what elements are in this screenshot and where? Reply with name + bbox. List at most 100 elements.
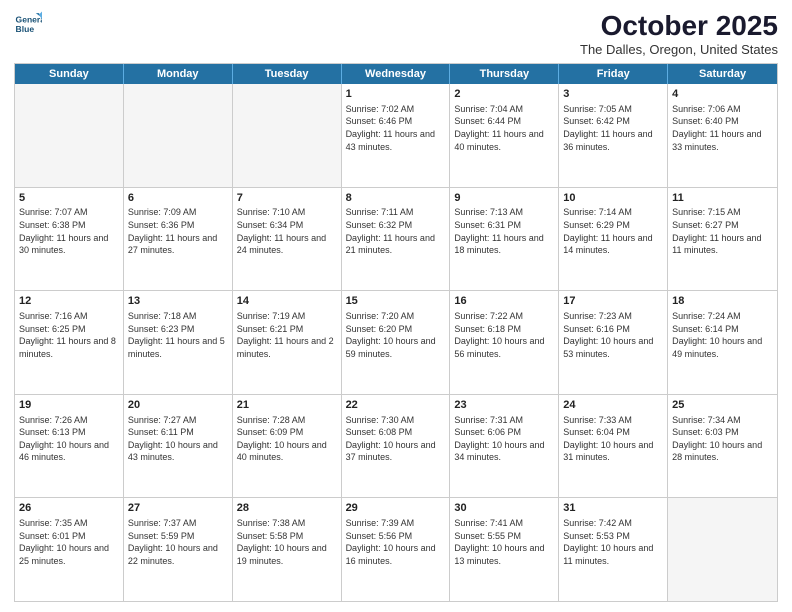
day-info: Sunrise: 7:28 AM Sunset: 6:09 PM Dayligh…	[237, 414, 337, 464]
day-number: 9	[454, 191, 554, 206]
day-info: Sunrise: 7:41 AM Sunset: 5:55 PM Dayligh…	[454, 517, 554, 567]
day-number: 25	[672, 398, 773, 413]
cal-day-30: 30Sunrise: 7:41 AM Sunset: 5:55 PM Dayli…	[450, 498, 559, 601]
cal-day-21: 21Sunrise: 7:28 AM Sunset: 6:09 PM Dayli…	[233, 395, 342, 498]
day-number: 19	[19, 398, 119, 413]
cal-day-5: 5Sunrise: 7:07 AM Sunset: 6:38 PM Daylig…	[15, 188, 124, 291]
cal-day-15: 15Sunrise: 7:20 AM Sunset: 6:20 PM Dayli…	[342, 291, 451, 394]
day-number: 5	[19, 191, 119, 206]
day-number: 13	[128, 294, 228, 309]
cal-day-23: 23Sunrise: 7:31 AM Sunset: 6:06 PM Dayli…	[450, 395, 559, 498]
cal-day-26: 26Sunrise: 7:35 AM Sunset: 6:01 PM Dayli…	[15, 498, 124, 601]
day-info: Sunrise: 7:14 AM Sunset: 6:29 PM Dayligh…	[563, 206, 663, 256]
day-number: 8	[346, 191, 446, 206]
day-info: Sunrise: 7:27 AM Sunset: 6:11 PM Dayligh…	[128, 414, 228, 464]
day-number: 15	[346, 294, 446, 309]
header-day-wednesday: Wednesday	[342, 64, 451, 84]
day-number: 21	[237, 398, 337, 413]
day-number: 28	[237, 501, 337, 516]
day-number: 2	[454, 87, 554, 102]
cal-day-2: 2Sunrise: 7:04 AM Sunset: 6:44 PM Daylig…	[450, 84, 559, 187]
cal-day-10: 10Sunrise: 7:14 AM Sunset: 6:29 PM Dayli…	[559, 188, 668, 291]
cal-day-3: 3Sunrise: 7:05 AM Sunset: 6:42 PM Daylig…	[559, 84, 668, 187]
day-info: Sunrise: 7:05 AM Sunset: 6:42 PM Dayligh…	[563, 103, 663, 153]
day-info: Sunrise: 7:23 AM Sunset: 6:16 PM Dayligh…	[563, 310, 663, 360]
main-title: October 2025	[580, 10, 778, 42]
day-number: 10	[563, 191, 663, 206]
day-number: 1	[346, 87, 446, 102]
header-day-monday: Monday	[124, 64, 233, 84]
day-info: Sunrise: 7:02 AM Sunset: 6:46 PM Dayligh…	[346, 103, 446, 153]
day-info: Sunrise: 7:33 AM Sunset: 6:04 PM Dayligh…	[563, 414, 663, 464]
cal-day-6: 6Sunrise: 7:09 AM Sunset: 6:36 PM Daylig…	[124, 188, 233, 291]
day-info: Sunrise: 7:38 AM Sunset: 5:58 PM Dayligh…	[237, 517, 337, 567]
day-info: Sunrise: 7:18 AM Sunset: 6:23 PM Dayligh…	[128, 310, 228, 360]
header-day-tuesday: Tuesday	[233, 64, 342, 84]
day-number: 26	[19, 501, 119, 516]
day-info: Sunrise: 7:13 AM Sunset: 6:31 PM Dayligh…	[454, 206, 554, 256]
day-number: 24	[563, 398, 663, 413]
header-day-saturday: Saturday	[668, 64, 777, 84]
cal-day-29: 29Sunrise: 7:39 AM Sunset: 5:56 PM Dayli…	[342, 498, 451, 601]
day-number: 30	[454, 501, 554, 516]
day-number: 3	[563, 87, 663, 102]
day-number: 22	[346, 398, 446, 413]
cal-week-2: 5Sunrise: 7:07 AM Sunset: 6:38 PM Daylig…	[15, 187, 777, 291]
cal-day-12: 12Sunrise: 7:16 AM Sunset: 6:25 PM Dayli…	[15, 291, 124, 394]
title-block: October 2025 The Dalles, Oregon, United …	[580, 10, 778, 57]
cal-day-22: 22Sunrise: 7:30 AM Sunset: 6:08 PM Dayli…	[342, 395, 451, 498]
day-info: Sunrise: 7:04 AM Sunset: 6:44 PM Dayligh…	[454, 103, 554, 153]
day-info: Sunrise: 7:30 AM Sunset: 6:08 PM Dayligh…	[346, 414, 446, 464]
day-number: 27	[128, 501, 228, 516]
day-number: 23	[454, 398, 554, 413]
day-info: Sunrise: 7:11 AM Sunset: 6:32 PM Dayligh…	[346, 206, 446, 256]
day-info: Sunrise: 7:09 AM Sunset: 6:36 PM Dayligh…	[128, 206, 228, 256]
cal-day-28: 28Sunrise: 7:38 AM Sunset: 5:58 PM Dayli…	[233, 498, 342, 601]
day-number: 4	[672, 87, 773, 102]
day-info: Sunrise: 7:22 AM Sunset: 6:18 PM Dayligh…	[454, 310, 554, 360]
cal-day-27: 27Sunrise: 7:37 AM Sunset: 5:59 PM Dayli…	[124, 498, 233, 601]
calendar: SundayMondayTuesdayWednesdayThursdayFrid…	[14, 63, 778, 602]
cal-day-1: 1Sunrise: 7:02 AM Sunset: 6:46 PM Daylig…	[342, 84, 451, 187]
svg-text:Blue: Blue	[16, 24, 35, 34]
cal-day-empty	[124, 84, 233, 187]
day-info: Sunrise: 7:15 AM Sunset: 6:27 PM Dayligh…	[672, 206, 773, 256]
cal-day-4: 4Sunrise: 7:06 AM Sunset: 6:40 PM Daylig…	[668, 84, 777, 187]
cal-week-4: 19Sunrise: 7:26 AM Sunset: 6:13 PM Dayli…	[15, 394, 777, 498]
day-number: 16	[454, 294, 554, 309]
day-info: Sunrise: 7:07 AM Sunset: 6:38 PM Dayligh…	[19, 206, 119, 256]
page: General Blue October 2025 The Dalles, Or…	[0, 0, 792, 612]
day-info: Sunrise: 7:20 AM Sunset: 6:20 PM Dayligh…	[346, 310, 446, 360]
logo: General Blue	[14, 10, 46, 38]
cal-day-empty	[668, 498, 777, 601]
cal-day-31: 31Sunrise: 7:42 AM Sunset: 5:53 PM Dayli…	[559, 498, 668, 601]
day-info: Sunrise: 7:06 AM Sunset: 6:40 PM Dayligh…	[672, 103, 773, 153]
cal-day-7: 7Sunrise: 7:10 AM Sunset: 6:34 PM Daylig…	[233, 188, 342, 291]
cal-day-17: 17Sunrise: 7:23 AM Sunset: 6:16 PM Dayli…	[559, 291, 668, 394]
day-number: 17	[563, 294, 663, 309]
day-number: 6	[128, 191, 228, 206]
cal-day-18: 18Sunrise: 7:24 AM Sunset: 6:14 PM Dayli…	[668, 291, 777, 394]
day-info: Sunrise: 7:35 AM Sunset: 6:01 PM Dayligh…	[19, 517, 119, 567]
header: General Blue October 2025 The Dalles, Or…	[14, 10, 778, 57]
day-number: 29	[346, 501, 446, 516]
header-day-friday: Friday	[559, 64, 668, 84]
svg-text:General: General	[16, 14, 42, 24]
day-number: 14	[237, 294, 337, 309]
cal-week-1: 1Sunrise: 7:02 AM Sunset: 6:46 PM Daylig…	[15, 84, 777, 187]
day-info: Sunrise: 7:10 AM Sunset: 6:34 PM Dayligh…	[237, 206, 337, 256]
calendar-body: 1Sunrise: 7:02 AM Sunset: 6:46 PM Daylig…	[15, 84, 777, 601]
cal-day-19: 19Sunrise: 7:26 AM Sunset: 6:13 PM Dayli…	[15, 395, 124, 498]
day-number: 11	[672, 191, 773, 206]
subtitle: The Dalles, Oregon, United States	[580, 42, 778, 57]
day-info: Sunrise: 7:39 AM Sunset: 5:56 PM Dayligh…	[346, 517, 446, 567]
day-info: Sunrise: 7:42 AM Sunset: 5:53 PM Dayligh…	[563, 517, 663, 567]
cal-week-5: 26Sunrise: 7:35 AM Sunset: 6:01 PM Dayli…	[15, 497, 777, 601]
header-day-thursday: Thursday	[450, 64, 559, 84]
header-day-sunday: Sunday	[15, 64, 124, 84]
cal-day-empty	[15, 84, 124, 187]
cal-day-14: 14Sunrise: 7:19 AM Sunset: 6:21 PM Dayli…	[233, 291, 342, 394]
cal-day-8: 8Sunrise: 7:11 AM Sunset: 6:32 PM Daylig…	[342, 188, 451, 291]
day-info: Sunrise: 7:16 AM Sunset: 6:25 PM Dayligh…	[19, 310, 119, 360]
cal-day-16: 16Sunrise: 7:22 AM Sunset: 6:18 PM Dayli…	[450, 291, 559, 394]
